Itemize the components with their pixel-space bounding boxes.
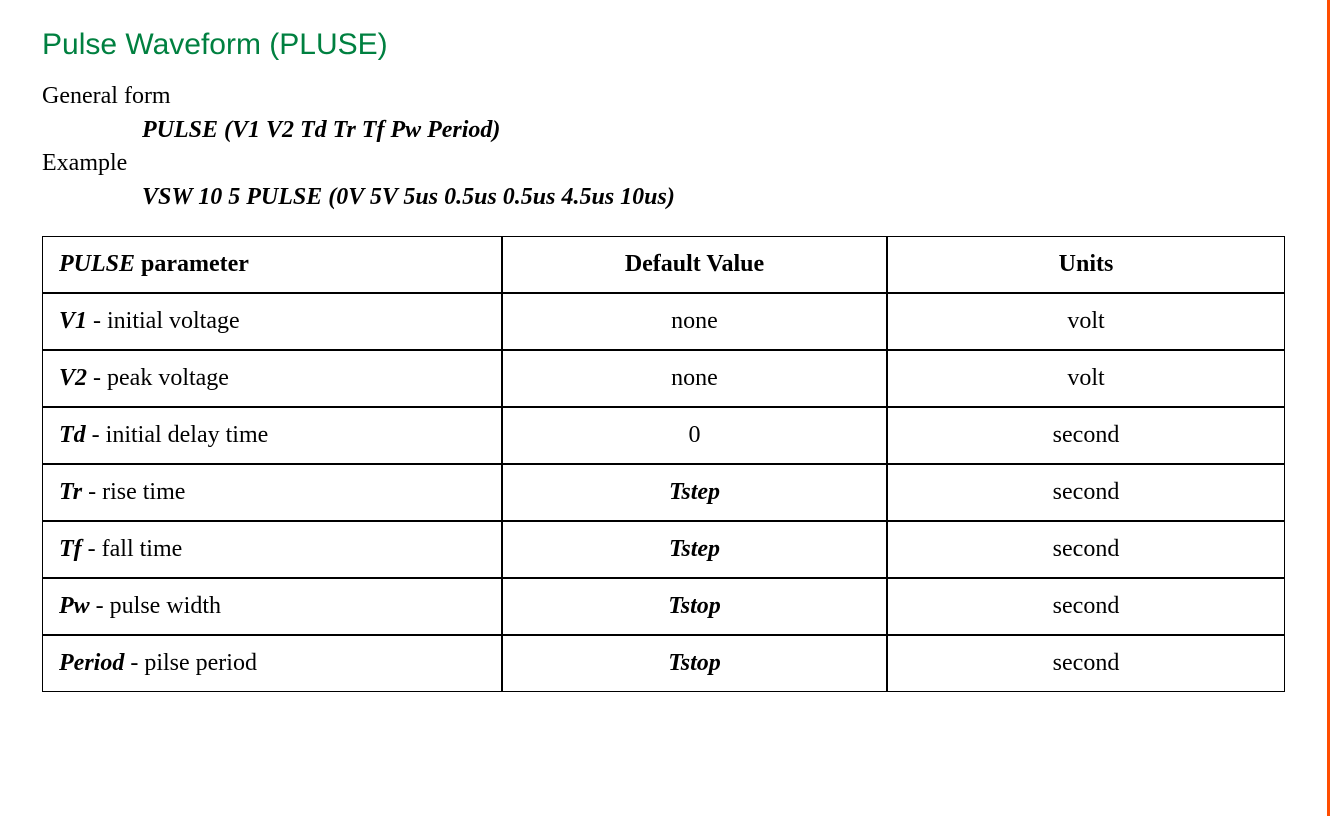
header-units: Units (887, 236, 1285, 293)
document-page: Pulse Waveform (PLUSE) General form PULS… (0, 0, 1330, 816)
cell-default-value: Tstep (502, 464, 887, 521)
param-desc: - pulse width (90, 593, 221, 619)
cell-default-value: 0 (502, 407, 887, 464)
cell-parameter: Tf - fall time (42, 521, 502, 578)
default-value: none (671, 365, 718, 391)
table-row: Td - initial delay time 0 second (42, 407, 1285, 464)
header-parameter: PULSE parameter (42, 236, 502, 293)
param-desc: - rise time (82, 479, 185, 505)
param-name: Td (59, 422, 86, 448)
param-desc: - peak voltage (87, 365, 229, 391)
intro-block: General form PULSE (V1 V2 Td Tr Tf Pw Pe… (42, 80, 1285, 214)
cell-default-value: Tstep (502, 521, 887, 578)
param-name: V2 (59, 365, 87, 391)
table-row: V1 - initial voltage none volt (42, 293, 1285, 350)
general-form-label: General form (42, 80, 1285, 114)
example-label: Example (42, 147, 1285, 181)
cell-parameter: Pw - pulse width (42, 578, 502, 635)
default-value: Tstep (669, 479, 720, 505)
param-desc: - pilse period (124, 650, 257, 676)
general-form-syntax: PULSE (V1 V2 Td Tr Tf Pw Period) (142, 114, 1285, 148)
parameter-table: PULSE parameter Default Value Units V1 -… (42, 236, 1285, 692)
cell-parameter: Tr - rise time (42, 464, 502, 521)
cell-default-value: none (502, 293, 887, 350)
cell-units: volt (887, 350, 1285, 407)
cell-units: second (887, 635, 1285, 692)
table-row: Tf - fall time Tstep second (42, 521, 1285, 578)
cell-units: second (887, 407, 1285, 464)
table-row: Tr - rise time Tstep second (42, 464, 1285, 521)
cell-parameter: V2 - peak voltage (42, 350, 502, 407)
default-value: none (671, 308, 718, 334)
header-parameter-ital: PULSE (59, 251, 135, 277)
section-title: Pulse Waveform (PLUSE) (42, 28, 1285, 62)
table-row: Pw - pulse width Tstop second (42, 578, 1285, 635)
param-name: Tr (59, 479, 82, 505)
cell-default-value: none (502, 350, 887, 407)
param-desc: - initial delay time (86, 422, 269, 448)
default-value: 0 (689, 422, 701, 448)
cell-units: second (887, 464, 1285, 521)
header-default-value: Default Value (502, 236, 887, 293)
param-desc: - fall time (82, 536, 183, 562)
param-name: Pw (59, 593, 90, 619)
example-syntax: VSW 10 5 PULSE (0V 5V 5us 0.5us 0.5us 4.… (142, 181, 1285, 215)
default-value: Tstop (668, 650, 720, 676)
table-row: V2 - peak voltage none volt (42, 350, 1285, 407)
param-desc: - initial voltage (87, 308, 240, 334)
default-value: Tstep (669, 536, 720, 562)
param-name: V1 (59, 308, 87, 334)
default-value: Tstop (668, 593, 720, 619)
param-name: Tf (59, 536, 82, 562)
table-header-row: PULSE parameter Default Value Units (42, 236, 1285, 293)
cell-parameter: V1 - initial voltage (42, 293, 502, 350)
cell-units: second (887, 578, 1285, 635)
cell-units: volt (887, 293, 1285, 350)
param-name: Period (59, 650, 124, 676)
cell-parameter: Td - initial delay time (42, 407, 502, 464)
cell-default-value: Tstop (502, 635, 887, 692)
cell-units: second (887, 521, 1285, 578)
cell-default-value: Tstop (502, 578, 887, 635)
table-row: Period - pilse period Tstop second (42, 635, 1285, 692)
cell-parameter: Period - pilse period (42, 635, 502, 692)
header-parameter-rest: parameter (135, 251, 249, 277)
